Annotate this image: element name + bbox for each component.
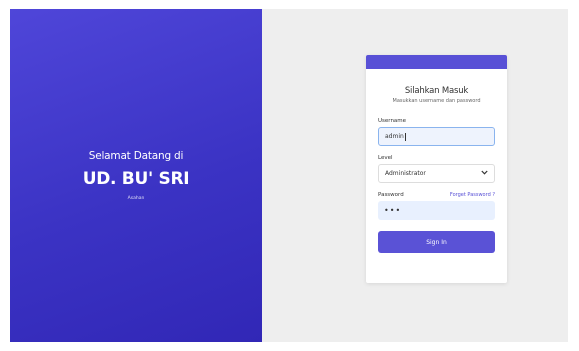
username-value: admin [385,133,404,140]
text-caret [404,132,406,141]
brand-name: UD. BU' SRI [82,169,190,189]
login-form: Username admin Level Administrator Passw… [366,118,507,253]
login-panel: Silahkan Masuk Masukkan username dan pas… [262,9,568,342]
welcome-text: Selamat Datang di [88,150,184,162]
forgot-password-link[interactable]: Forget Password ? [450,192,495,198]
chevron-down-icon [481,170,488,177]
level-selected-value: Administrator [385,170,426,177]
password-label: Password [378,192,404,198]
username-input[interactable]: admin [378,127,495,146]
password-label-row: Password Forget Password ? [378,192,495,198]
login-title: Silahkan Masuk [404,86,469,96]
brand-subtitle: Asahan [127,196,145,201]
password-value: ••• [384,206,402,215]
password-input[interactable]: ••• [378,201,495,220]
sign-in-button[interactable]: Sign In [378,231,495,253]
username-label: Username [378,118,407,124]
login-page: Selamat Datang di UD. BU' SRI Asahan Sil… [10,9,568,342]
login-subtitle: Masukkan username dan password [392,98,481,104]
welcome-panel: Selamat Datang di UD. BU' SRI Asahan [10,9,262,342]
level-label: Level [378,155,393,161]
card-header-bar [366,55,507,69]
level-select[interactable]: Administrator [378,164,495,183]
login-card: Silahkan Masuk Masukkan username dan pas… [366,55,507,283]
